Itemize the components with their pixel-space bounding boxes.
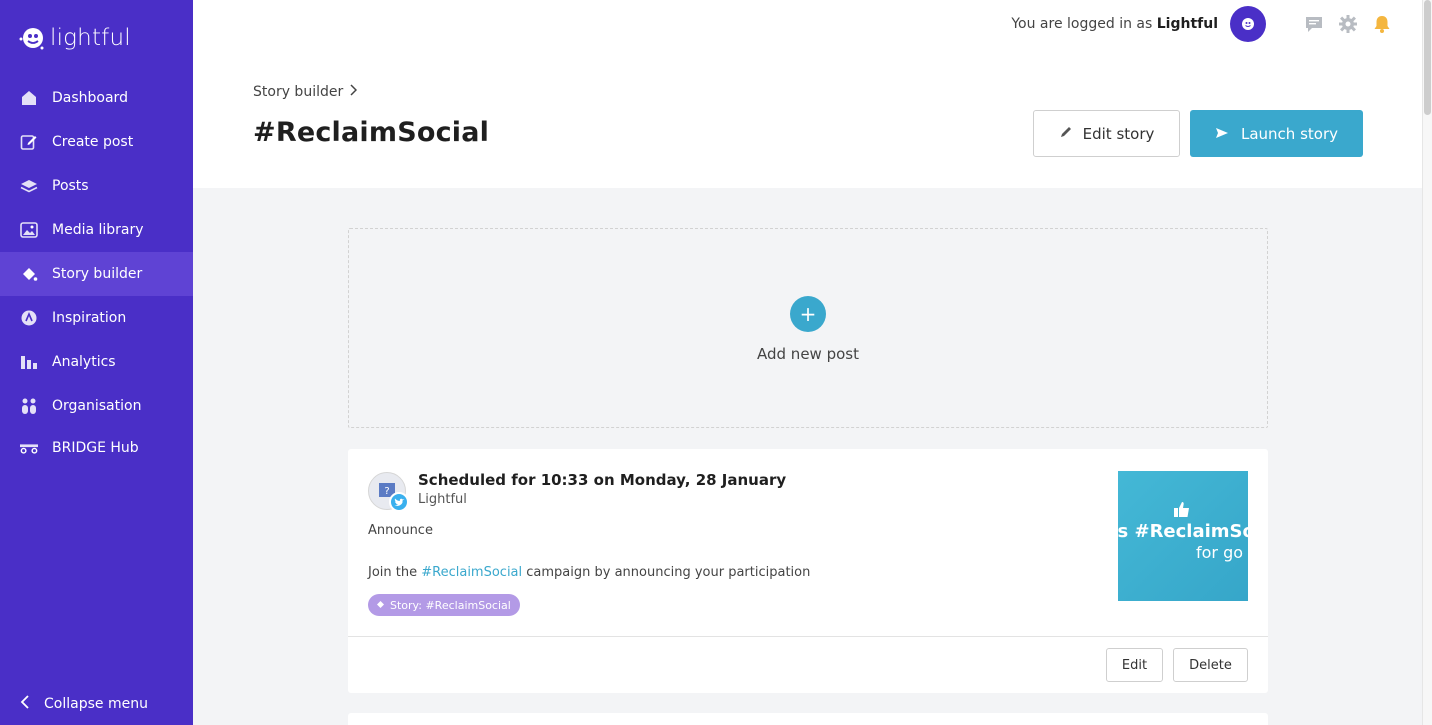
- sidebar-item-story-builder[interactable]: Story builder: [0, 252, 193, 296]
- sidebar-item-inspiration[interactable]: Inspiration: [0, 296, 193, 340]
- next-post-card: [348, 713, 1268, 725]
- post-card: ? Scheduled for 10:33 on Monday, 28 Janu…: [348, 449, 1268, 693]
- bell-icon[interactable]: [1372, 14, 1392, 34]
- page-title: #ReclaimSocial: [253, 117, 490, 148]
- sidebar-item-label: Inspiration: [52, 310, 127, 326]
- sidebar-item-dashboard[interactable]: Dashboard: [0, 76, 193, 120]
- edit-story-button[interactable]: Edit story: [1033, 110, 1180, 157]
- logo[interactable]: lightful: [18, 24, 131, 52]
- launch-story-label: Launch story: [1240, 124, 1338, 143]
- pencil-icon: [1059, 125, 1073, 143]
- sidebar-item-organisation[interactable]: Organisation: [0, 384, 193, 428]
- sidebar-item-label: Dashboard: [52, 90, 128, 106]
- sidebar-item-label: Organisation: [52, 398, 142, 414]
- image-icon: [20, 221, 38, 239]
- collapse-menu-button[interactable]: Collapse menu: [20, 695, 148, 713]
- people-icon: [20, 397, 38, 415]
- collapse-menu-label: Collapse menu: [44, 696, 148, 712]
- scrollbar-thumb[interactable]: [1424, 0, 1431, 115]
- sidebar-item-label: Analytics: [52, 354, 116, 370]
- user-bar: You are logged in as Lightful: [1011, 6, 1392, 42]
- story-tag-badge[interactable]: Story: #ReclaimSocial: [368, 594, 520, 616]
- gear-icon[interactable]: [1338, 14, 1358, 34]
- post-schedule: Scheduled for 10:33 on Monday, 28 Januar…: [418, 471, 787, 489]
- sidebar: lightful Dashboard Create post Posts Med…: [0, 0, 193, 725]
- avatar[interactable]: [1230, 6, 1266, 42]
- add-new-post-area[interactable]: + Add new post: [348, 228, 1268, 428]
- sidebar-item-posts[interactable]: Posts: [0, 164, 193, 208]
- twitter-icon: [389, 492, 409, 512]
- play-icon: [1215, 125, 1229, 143]
- thumbs-up-icon: [1173, 501, 1191, 523]
- sidebar-item-media-library[interactable]: Media library: [0, 208, 193, 252]
- sidebar-item-label: BRIDGE Hub: [52, 440, 139, 456]
- svg-text:?: ?: [384, 486, 389, 497]
- sidebar-item-bridge-hub[interactable]: BRIDGE Hub: [0, 428, 193, 468]
- divider: [348, 636, 1268, 637]
- thumbnail-text: 's #ReclaimSoc: [1118, 521, 1248, 542]
- plus-icon[interactable]: +: [790, 296, 826, 332]
- hashtag-link[interactable]: #ReclaimSocial: [421, 565, 522, 580]
- bridge-icon: [20, 439, 38, 457]
- delete-post-button[interactable]: Delete: [1173, 648, 1248, 682]
- post-author: Lightful: [418, 492, 467, 507]
- story-tag-label: Story: #ReclaimSocial: [390, 598, 511, 612]
- sidebar-item-label: Media library: [52, 222, 144, 238]
- sidebar-item-label: Posts: [52, 178, 89, 194]
- add-new-post-label: Add new post: [757, 345, 859, 363]
- post-body: Join the #ReclaimSocial campaign by anno…: [368, 565, 811, 580]
- layers-icon: [20, 177, 38, 195]
- post-image-thumbnail[interactable]: 's #ReclaimSoc for go: [1118, 471, 1248, 601]
- breadcrumb-item[interactable]: Story builder: [253, 84, 343, 100]
- edit-post-button[interactable]: Edit: [1106, 648, 1163, 682]
- paint-bucket-icon: [20, 265, 38, 283]
- logged-in-text: You are logged in as Lightful: [1011, 16, 1218, 32]
- bar-chart-icon: [20, 353, 38, 371]
- edit-story-label: Edit story: [1082, 124, 1155, 143]
- user-name: Lightful: [1156, 16, 1218, 32]
- sidebar-item-analytics[interactable]: Analytics: [0, 340, 193, 384]
- lightbulb-icon: [20, 309, 38, 327]
- lightful-logo-icon: [18, 24, 46, 52]
- sidebar-item-label: Create post: [52, 134, 134, 150]
- chat-icon[interactable]: [1304, 14, 1324, 34]
- post-title: Announce: [368, 523, 433, 538]
- logo-text: lightful: [50, 25, 131, 51]
- sidebar-item-create-post[interactable]: Create post: [0, 120, 193, 164]
- launch-story-button[interactable]: Launch story: [1190, 110, 1363, 157]
- sidebar-item-label: Story builder: [52, 266, 143, 282]
- thumbnail-text: for go: [1196, 543, 1244, 562]
- home-icon: [20, 89, 38, 107]
- sidebar-nav: Dashboard Create post Posts Media librar…: [0, 76, 193, 468]
- chevron-left-icon: [20, 695, 30, 713]
- edit-icon: [20, 133, 38, 151]
- paint-bucket-icon: [376, 599, 385, 612]
- breadcrumb[interactable]: Story builder: [253, 84, 358, 100]
- chevron-right-icon: [349, 84, 358, 100]
- page-scrollbar[interactable]: [1422, 0, 1432, 725]
- page-header: You are logged in as Lightful Story buil…: [193, 0, 1422, 188]
